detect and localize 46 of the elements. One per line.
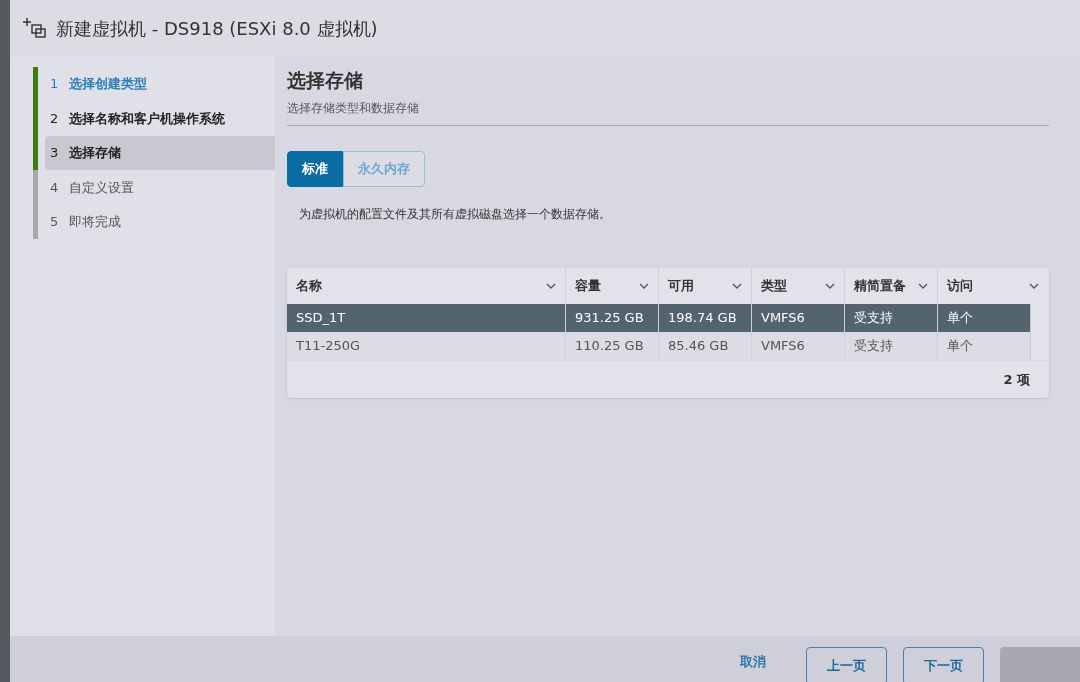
new-vm-icon (22, 16, 48, 41)
step-number: 4 (50, 178, 59, 197)
table-cell-text: T11-250G (295, 337, 362, 356)
table-cell: 85.46 GB (658, 332, 751, 360)
wizard-step[interactable]: 5 即将完成 (45, 204, 275, 239)
chevron-down-icon[interactable] (546, 283, 556, 289)
step-number: 1 (50, 75, 59, 94)
table-cell: VMFS6 (751, 332, 844, 360)
column-label: 类型 (761, 277, 787, 296)
page-title: 选择存储 (287, 68, 364, 93)
column-label: 精简置备 (854, 277, 906, 296)
step-number: 5 (50, 213, 59, 231)
table-row[interactable]: T11-250G 110.25 GB 85.46 GB VMFS6 受支持 单个 (287, 332, 1030, 360)
instruction-text: 为虚拟机的配置文件及其所有虚拟磁盘选择一个数据存储。 (299, 206, 612, 223)
wizard-step[interactable]: 2 选择名称和客户机操作系统 (45, 101, 275, 136)
page-button[interactable]: 上一页 (806, 647, 887, 682)
step-number: 2 (50, 109, 59, 128)
column-header[interactable]: 名称 (287, 268, 565, 304)
column-label: 名称 (296, 277, 322, 296)
table-cell: 受支持 (844, 332, 937, 360)
column-label: 容量 (575, 277, 601, 296)
page-button[interactable]: 下一页 (903, 647, 984, 682)
step-label: 选择创建类型 (69, 75, 148, 94)
chevron-down-icon[interactable] (639, 283, 649, 289)
window-title: 新建虚拟机 - DS918 (ESXi 8.0 虚拟机) (56, 17, 378, 41)
step-label: 选择名称和客户机操作系统 (69, 109, 226, 128)
cancel-button[interactable]: 取消 (720, 652, 786, 672)
column-label: 可用 (668, 277, 694, 296)
table-row[interactable]: SSD_1T 931.25 GB 198.74 GB VMFS6 受支持 单个 (287, 304, 1030, 332)
page-subtitle: 选择存储类型和数据存储 (287, 99, 1049, 126)
chevron-down-icon[interactable] (918, 283, 928, 289)
step-label: 自定义设置 (69, 178, 135, 197)
item-count: 2 项 (1003, 370, 1030, 389)
wizard-step[interactable]: 1 选择创建类型 (45, 67, 275, 102)
step-number: 3 (50, 144, 59, 163)
step-label: 选择存储 (69, 144, 122, 163)
chevron-down-icon[interactable] (1029, 283, 1039, 289)
chevron-down-icon[interactable] (732, 283, 742, 289)
wizard-step[interactable]: 4 自定义设置 (45, 170, 275, 205)
table-cell-text: SSD_1T (295, 309, 347, 328)
column-label: 访问 (947, 277, 973, 296)
step-label: 即将完成 (69, 213, 122, 231)
table-cell: 110.25 GB (565, 332, 658, 360)
wizard-step[interactable]: 3 选择存储 (45, 135, 275, 171)
storage-tab[interactable]: 标准 (287, 151, 343, 187)
chevron-down-icon[interactable] (825, 283, 835, 289)
